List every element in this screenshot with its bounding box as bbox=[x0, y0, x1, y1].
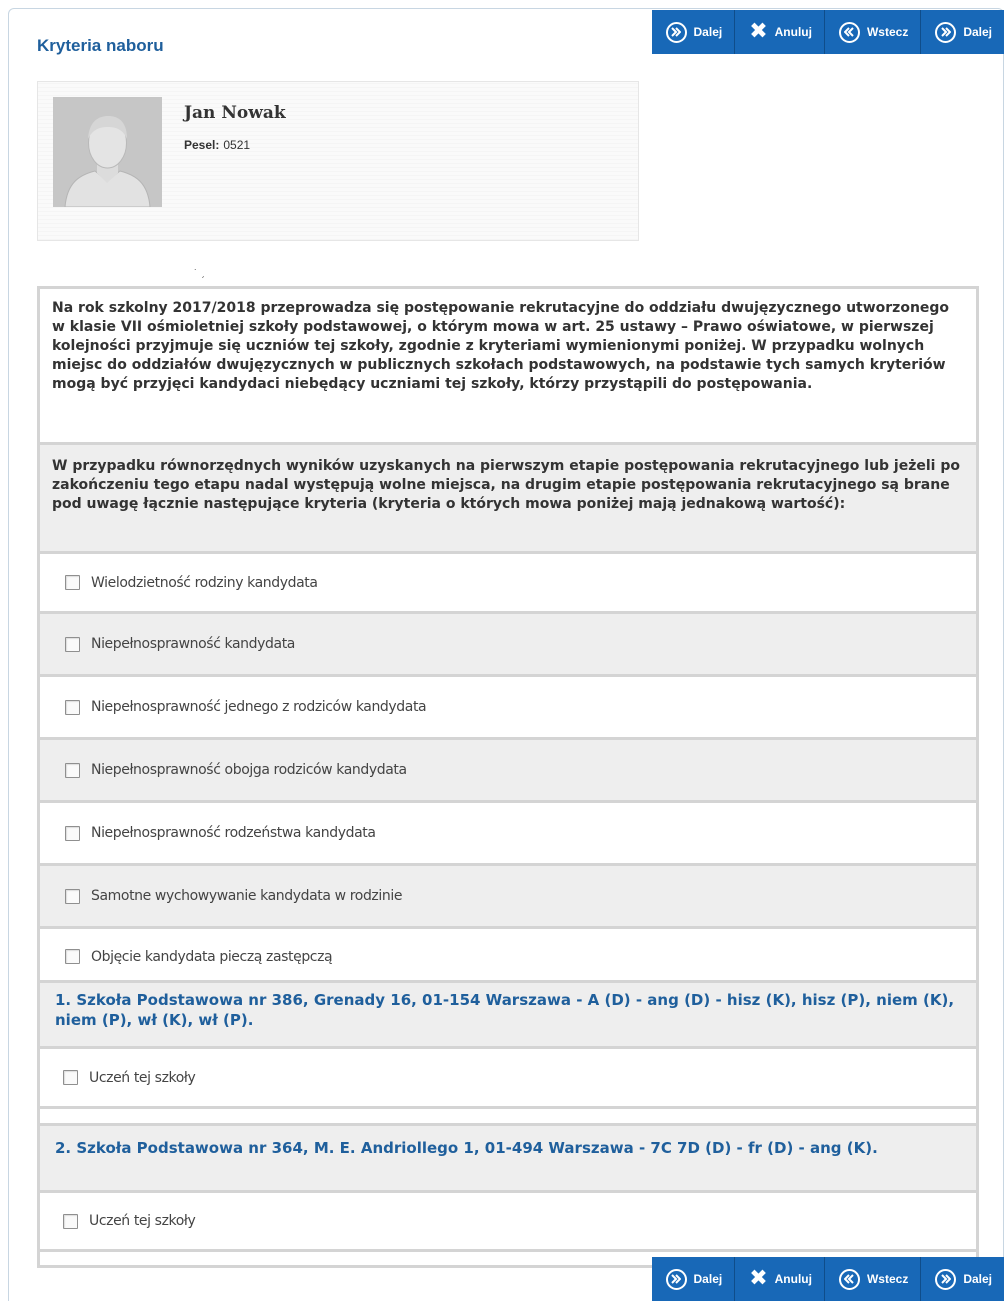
bottom-toolbar: Dalej ✖ Anuluj Wstecz Dalej bbox=[651, 1257, 1004, 1301]
criterion-row[interactable]: Wielodzietność rodziny kandydata bbox=[40, 554, 976, 611]
cancel-button-label: Anuluj bbox=[774, 1272, 812, 1286]
next-circle-icon bbox=[935, 1268, 957, 1290]
school-header-2: 2. Szkoła Podstawowa nr 364, M. E. Andri… bbox=[40, 1126, 976, 1190]
next-circle-icon bbox=[665, 1268, 687, 1290]
criterion-label: Niepełnosprawność obojga rodziców kandyd… bbox=[91, 762, 407, 778]
candidate-profile-card: Jan Nowak Pesel: 0521 bbox=[37, 81, 639, 241]
criterion-checkbox[interactable] bbox=[65, 636, 80, 652]
criterion-label: Uczeń tej szkoły bbox=[89, 1069, 196, 1086]
close-icon: ✖ bbox=[749, 19, 768, 44]
close-icon: ✖ bbox=[749, 1266, 768, 1291]
page-title: Kryteria naboru bbox=[37, 36, 164, 55]
criterion-row[interactable]: Niepełnosprawność kandydata bbox=[40, 614, 976, 674]
criterion-checkbox[interactable] bbox=[65, 825, 80, 841]
school-header-1: 1. Szkoła Podstawowa nr 386, Grenady 16,… bbox=[40, 983, 976, 1046]
school-title-2: 2. Szkoła Podstawowa nr 364, M. E. Andri… bbox=[55, 1139, 878, 1157]
criterion-label: Niepełnosprawność kandydata bbox=[91, 636, 295, 652]
next-button-label: Dalej bbox=[693, 1272, 723, 1286]
criterion-label: Uczeń tej szkoły bbox=[89, 1213, 196, 1229]
criterion-checkbox[interactable] bbox=[65, 699, 80, 715]
avatar-silhouette-icon bbox=[53, 97, 162, 207]
intro-paragraph-2: W przypadku równorzędnych wyników uzyska… bbox=[52, 458, 960, 512]
criterion-label: Niepełnosprawność jednego z rodziców kan… bbox=[91, 699, 427, 715]
cancel-button-label: Anuluj bbox=[774, 25, 812, 39]
criterion-checkbox[interactable] bbox=[65, 888, 80, 904]
criterion-row[interactable]: Niepełnosprawność rodzeństwa kandydata bbox=[40, 803, 976, 863]
criterion-label: Objęcie kandydata pieczą zastępczą bbox=[91, 948, 333, 965]
next-button-label: Dalej bbox=[963, 1272, 992, 1286]
criterion-label: Wielodzietność rodziny kandydata bbox=[91, 574, 318, 591]
next-button-top-right[interactable]: Dalej bbox=[921, 10, 1004, 54]
pesel-line: Pesel: 0521 bbox=[184, 138, 250, 152]
next-circle-icon bbox=[665, 21, 687, 43]
next-button-bottom-right[interactable]: Dalej bbox=[921, 1257, 1004, 1301]
back-button-label: Wstecz bbox=[866, 1272, 909, 1286]
criterion-label: Samotne wychowywanie kandydata w rodzini… bbox=[91, 888, 403, 904]
criterion-checkbox[interactable] bbox=[65, 949, 80, 964]
next-button-label: Dalej bbox=[963, 25, 992, 39]
cancel-button-bottom[interactable]: ✖ Anuluj bbox=[735, 1257, 825, 1301]
back-circle-icon bbox=[838, 1268, 860, 1290]
top-toolbar: Dalej ✖ Anuluj Wstecz Dalej bbox=[651, 10, 1004, 54]
intro-row-2: W przypadku równorzędnych wyników uzyska… bbox=[40, 445, 976, 551]
candidate-name: Jan Nowak bbox=[184, 103, 286, 123]
back-button-label: Wstecz bbox=[866, 25, 909, 39]
criterion-row[interactable]: Niepełnosprawność obojga rodziców kandyd… bbox=[40, 740, 976, 800]
cancel-button-top[interactable]: ✖ Anuluj bbox=[735, 10, 825, 54]
next-button-label: Dalej bbox=[693, 25, 723, 39]
criterion-row[interactable]: Niepełnosprawność jednego z rodziców kan… bbox=[40, 677, 976, 737]
next-button-top-left[interactable]: Dalej bbox=[651, 10, 736, 54]
school-title-1: 1. Szkoła Podstawowa nr 386, Grenady 16,… bbox=[55, 991, 955, 1029]
criterion-row[interactable]: Objęcie kandydata pieczą zastępczą bbox=[40, 929, 976, 980]
criterion-checkbox[interactable] bbox=[63, 1070, 78, 1085]
spacer-row bbox=[40, 1109, 976, 1123]
criterion-checkbox[interactable] bbox=[65, 575, 80, 590]
criterion-checkbox[interactable] bbox=[65, 762, 80, 778]
intro-paragraph-1: Na rok szkolny 2017/2018 przeprowadza si… bbox=[52, 300, 950, 392]
criterion-row[interactable]: Uczeń tej szkoły bbox=[40, 1049, 976, 1106]
next-button-bottom-left[interactable]: Dalej bbox=[651, 1257, 736, 1301]
intro-row-1: Na rok szkolny 2017/2018 przeprowadza si… bbox=[40, 289, 976, 442]
criteria-table: Na rok szkolny 2017/2018 przeprowadza si… bbox=[37, 286, 979, 1268]
next-circle-icon bbox=[935, 21, 957, 43]
criterion-label: Niepełnosprawność rodzeństwa kandydata bbox=[91, 825, 376, 841]
back-circle-icon bbox=[838, 21, 860, 43]
criterion-row[interactable]: Uczeń tej szkoły bbox=[40, 1193, 976, 1249]
criterion-row[interactable]: Samotne wychowywanie kandydata w rodzini… bbox=[40, 866, 976, 926]
criterion-checkbox[interactable] bbox=[63, 1213, 78, 1229]
back-button-bottom[interactable]: Wstecz bbox=[824, 1257, 922, 1301]
back-button-top[interactable]: Wstecz bbox=[824, 10, 922, 54]
stray-mark: ˙ ˏ bbox=[193, 269, 205, 279]
pesel-value: 0521 bbox=[223, 138, 251, 152]
pesel-label: Pesel: bbox=[184, 138, 220, 152]
avatar bbox=[53, 97, 162, 207]
